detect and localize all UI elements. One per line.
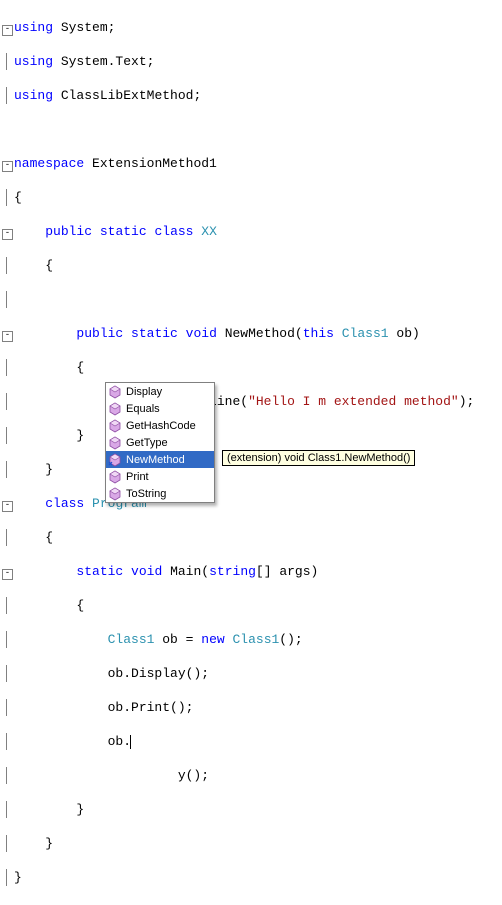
intellisense-popup[interactable]: Display Equals GetHashCode GetType NewMethod… xyxy=(105,382,215,503)
method-icon xyxy=(108,419,122,433)
method-icon xyxy=(108,487,122,501)
extension-method-icon xyxy=(108,453,122,467)
fold-icon[interactable]: - xyxy=(2,501,13,512)
intellisense-item[interactable]: ToString xyxy=(106,485,214,502)
fold-icon[interactable]: - xyxy=(2,569,13,580)
intellisense-item[interactable]: Display xyxy=(106,383,214,400)
method-icon xyxy=(108,470,122,484)
fold-icon[interactable]: - xyxy=(2,25,13,36)
text-caret xyxy=(130,735,131,749)
intellisense-item-label: NewMethod xyxy=(126,454,185,466)
intellisense-item-label: Equals xyxy=(126,403,160,415)
intellisense-item-label: Display xyxy=(126,386,162,398)
method-icon xyxy=(108,385,122,399)
intellisense-item[interactable]: GetHashCode xyxy=(106,417,214,434)
fold-icon[interactable]: - xyxy=(2,161,13,172)
intellisense-item[interactable]: Equals xyxy=(106,400,214,417)
method-icon xyxy=(108,436,122,450)
intellisense-item-label: GetType xyxy=(126,437,168,449)
intellisense-item[interactable]: NewMethod xyxy=(106,451,214,468)
fold-icon[interactable]: - xyxy=(2,229,13,240)
intellisense-item[interactable]: GetType xyxy=(106,434,214,451)
fold-icon[interactable]: - xyxy=(2,331,13,342)
intellisense-item-label: GetHashCode xyxy=(126,420,196,432)
intellisense-item-label: ToString xyxy=(126,488,166,500)
intellisense-item[interactable]: Print xyxy=(106,468,214,485)
method-icon xyxy=(108,402,122,416)
intellisense-tooltip: (extension) void Class1.NewMethod() xyxy=(222,450,415,466)
intellisense-item-label: Print xyxy=(126,471,149,483)
